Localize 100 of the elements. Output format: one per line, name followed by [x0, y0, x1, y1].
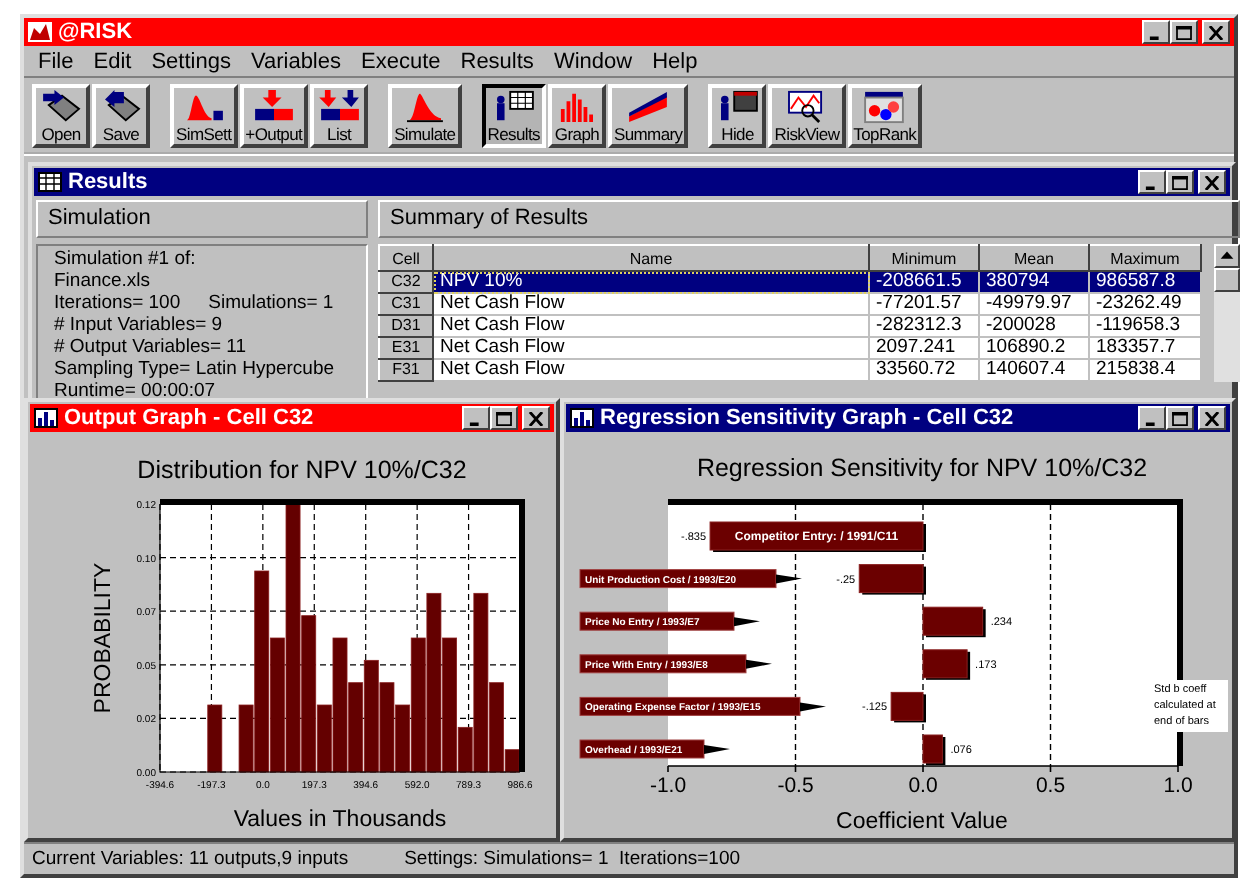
close-button[interactable]	[1202, 20, 1230, 44]
axis-title: Coefficient Value	[836, 810, 1008, 834]
toolbar-icon	[402, 89, 447, 123]
info-text: # Input Variables= 9	[54, 314, 223, 336]
minimize-button[interactable]	[1142, 20, 1170, 44]
close-button[interactable]	[1198, 406, 1226, 430]
table-row[interactable]: D31 Net Cash Flow -282312.3 -200028 -119658.3	[379, 315, 1201, 337]
table-cell: -77201.57	[869, 293, 979, 315]
column-header[interactable]: Maximum	[1089, 245, 1201, 271]
maximize-button[interactable]	[1166, 170, 1194, 194]
info-text: Simulation #1 of:	[54, 248, 196, 270]
close-icon	[1208, 25, 1224, 39]
table-cell: -282312.3	[869, 315, 979, 337]
close-icon	[528, 411, 544, 425]
toolbar-button[interactable]: SimSett	[170, 83, 238, 147]
axis-title: Values in Thousands	[233, 808, 447, 832]
table-row[interactable]: E31 Net Cash Flow 2097.241 106890.2 183357.7	[379, 337, 1201, 359]
menu-item[interactable]: Variables	[242, 49, 349, 73]
info-text: Finance.xls	[54, 270, 151, 292]
pointer-arrow	[800, 702, 826, 712]
maximize-icon	[496, 411, 512, 425]
menu-item[interactable]: Window	[545, 49, 641, 73]
table-row[interactable]: C32 NPV 10% -208661.5 380794 986587.8	[379, 271, 1201, 293]
info-text: # Output Variables= 11	[54, 336, 247, 358]
scroll-thumb[interactable]	[1214, 268, 1240, 292]
table-cell: -49979.97	[979, 293, 1089, 315]
section-header: Simulation	[36, 200, 368, 238]
column-header[interactable]: Cell	[379, 245, 433, 271]
row-header[interactable]: C31	[379, 293, 433, 315]
close-icon	[1204, 175, 1220, 189]
menu-item[interactable]: Help	[644, 49, 706, 73]
toolbar-button[interactable]: Save	[92, 83, 150, 147]
table-icon	[38, 172, 62, 192]
axis-tick-label: 0.0	[908, 774, 938, 798]
minimize-button[interactable]	[462, 406, 490, 430]
table-cell: -23262.49	[1089, 293, 1201, 315]
table-cell: Net Cash Flow	[433, 293, 869, 315]
window-title: Results	[68, 170, 148, 194]
table-cell: 33560.72	[869, 359, 979, 381]
scrollbar[interactable]	[1214, 244, 1240, 382]
table-cell: 140607.4	[979, 359, 1089, 381]
axis-tick-label: 1.0	[1163, 774, 1193, 798]
menu-item[interactable]: Results	[452, 49, 542, 73]
toolbar-icon	[862, 89, 907, 123]
toolbar-icon	[99, 89, 143, 123]
table-cell: 215838.4	[1089, 359, 1201, 381]
menu-item[interactable]: Edit	[85, 49, 140, 73]
chart-icon	[34, 408, 58, 428]
toolbar-button[interactable]: TopRank	[847, 83, 923, 147]
maximize-icon	[1172, 411, 1188, 425]
menu-item[interactable]: Settings	[143, 49, 239, 73]
menu-item[interactable]: File	[30, 49, 82, 73]
info-text: Iterations= 100	[54, 292, 181, 314]
axis-tick-label: -0.5	[777, 774, 814, 798]
table-row[interactable]: C31 Net Cash Flow -77201.57 -49979.97 -23262.49	[379, 293, 1201, 315]
pointer-arrow	[746, 659, 772, 669]
toolbar-button[interactable]: Summary	[607, 83, 689, 147]
table-cell: Net Cash Flow	[433, 315, 869, 337]
toolbar-icon	[491, 89, 536, 123]
toolbar-button[interactable]: Open	[32, 83, 90, 147]
table-cell: 183357.7	[1089, 337, 1201, 359]
info-text: Runtime= 00:00:07	[54, 380, 216, 402]
app-title: @RISK	[58, 20, 133, 44]
chart-title: Distribution for NPV 10%/C32	[137, 456, 467, 484]
axis-tick-label: 0.5	[1035, 774, 1066, 798]
row-header[interactable]: D31	[379, 315, 433, 337]
toolbar-button[interactable]: Hide	[708, 83, 767, 147]
close-button[interactable]	[522, 406, 550, 430]
minimize-button[interactable]	[1138, 170, 1166, 194]
toolbar-button[interactable]: Graph	[547, 83, 606, 147]
maximize-icon	[1176, 25, 1192, 39]
column-header[interactable]: Mean	[979, 245, 1089, 271]
column-header[interactable]: Name	[433, 245, 869, 271]
table-cell: -200028	[979, 315, 1089, 337]
table-cell: 106890.2	[979, 337, 1089, 359]
toolbar-icon	[317, 89, 362, 123]
toolbar-icon	[39, 89, 83, 123]
toolbar-button[interactable]: Simulate	[388, 83, 462, 147]
row-header[interactable]: E31	[379, 337, 433, 359]
toolbar-button[interactable]: RiskView	[768, 83, 846, 147]
row-header[interactable]: C32	[379, 271, 433, 293]
chart-title: Regression Sensitivity for NPV 10%/C32	[696, 454, 1148, 482]
scroll-up-icon[interactable]	[1214, 244, 1240, 268]
maximize-button[interactable]	[1166, 406, 1194, 430]
maximize-icon	[1172, 175, 1188, 189]
maximize-button[interactable]	[1170, 20, 1198, 44]
axis-title: PROBABILITY	[92, 562, 116, 714]
column-header[interactable]: Minimum	[869, 245, 979, 271]
row-header[interactable]: F31	[379, 359, 433, 381]
pointer-arrow	[734, 617, 760, 627]
toolbar-button[interactable]: +Output	[239, 83, 309, 147]
toolbar-button[interactable]: List	[310, 83, 369, 147]
table-cell: -119658.3	[1089, 315, 1201, 337]
minimize-button[interactable]	[1138, 406, 1166, 430]
info-text: Simulations= 1	[208, 292, 334, 314]
close-button[interactable]	[1198, 170, 1226, 194]
table-row[interactable]: F31 Net Cash Flow 33560.72 140607.4 215838.4	[379, 359, 1201, 381]
menu-item[interactable]: Execute	[353, 49, 449, 73]
maximize-button[interactable]	[490, 406, 518, 430]
toolbar-button[interactable]: Results	[481, 83, 546, 147]
